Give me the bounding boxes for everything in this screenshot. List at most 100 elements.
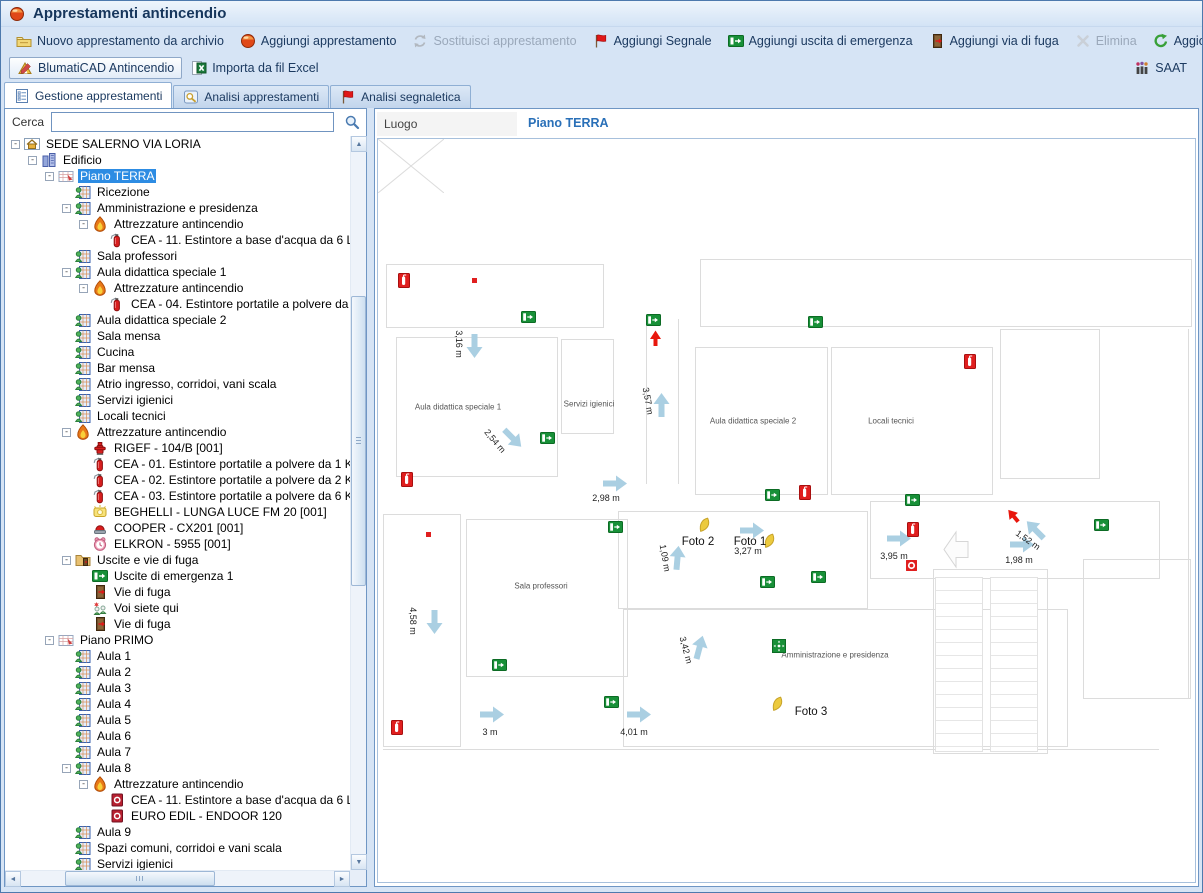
tree-expander[interactable]: - — [62, 556, 71, 565]
tree-item-aula-1[interactable]: Aula 1 — [5, 648, 350, 664]
extinguisher-marker-icon[interactable] — [391, 720, 403, 740]
tree-item-ricezione[interactable]: Ricezione — [5, 184, 350, 200]
extinguisher-marker-icon[interactable] — [907, 522, 919, 542]
toolbar-button-saat[interactable]: SAAT — [1127, 58, 1194, 78]
tree-item-uscite-e-vie-di-fuga[interactable]: -Uscite e vie di fuga — [5, 552, 350, 568]
tree-item-aula-7[interactable]: Aula 7 — [5, 744, 350, 760]
direction-arrow-red[interactable] — [649, 330, 667, 346]
emergency-exit-marker-icon[interactable] — [604, 695, 619, 713]
tree-item-cea-11-estintore-a-base-d-acqua-da-6-l[interactable]: CEA - 11. Estintore a base d'acqua da 6 … — [5, 232, 350, 248]
toolbar-button-aggiungi-uscita-di-emergenza[interactable]: Aggiungi uscita di emergenza — [721, 31, 920, 51]
emergency-exit-marker-icon[interactable] — [905, 493, 920, 511]
photo-label-foto-2[interactable]: Foto 2 — [682, 536, 715, 548]
tree-expander[interactable]: - — [62, 764, 71, 773]
tree-expander[interactable]: - — [79, 284, 88, 293]
tree-item-bar-mensa[interactable]: Bar mensa — [5, 360, 350, 376]
horizontal-scroll-thumb[interactable] — [65, 871, 215, 886]
toolbar-button-sostituisci-apprestamento[interactable]: Sostituisci apprestamento — [405, 31, 583, 51]
tree-item-vie-di-fuga[interactable]: Vie di fuga — [5, 584, 350, 600]
extinguisher-marker-icon[interactable] — [398, 273, 410, 293]
tree-item-spazi-comuni-corridoi-e-vani-scala[interactable]: Spazi comuni, corridoi e vani scala — [5, 840, 350, 856]
emergency-exit-marker-icon[interactable] — [1094, 518, 1109, 536]
emergency-exit-marker-icon[interactable] — [760, 575, 775, 593]
tree-item-attrezzature-antincendio[interactable]: -Attrezzature antincendio — [5, 776, 350, 792]
emergency-exit-marker-icon[interactable] — [540, 431, 555, 449]
extinguisher-marker-icon[interactable] — [964, 354, 976, 374]
tree-item-sede-salerno-via-loria[interactable]: -SEDE SALERNO VIA LORIA — [5, 136, 350, 152]
toolbar-button-aggiungi-apprestamento[interactable]: Aggiungi apprestamento — [233, 31, 404, 51]
tree-item-cea-03-estintore-portatile-a-polvere-da-6-k[interactable]: CEA - 03. Estintore portatile a polvere … — [5, 488, 350, 504]
tab-gestione-apprestamenti[interactable]: Gestione apprestamenti — [4, 82, 172, 108]
tree-item-piano-primo[interactable]: -Piano PRIMO — [5, 632, 350, 648]
tree-expander[interactable]: - — [45, 636, 54, 645]
tree-item-euro-edil-endoor-120[interactable]: EURO EDIL - ENDOOR 120 — [5, 808, 350, 824]
emergency-exit-marker-icon[interactable] — [608, 520, 623, 538]
tree-expander[interactable]: - — [79, 780, 88, 789]
scroll-down-button[interactable]: ▼ — [351, 854, 367, 870]
toolbar-button-importa-da-fil-excel[interactable]: Importa da fil Excel — [184, 58, 325, 78]
toolbar-button-elimina[interactable]: Elimina — [1068, 31, 1144, 51]
search-button[interactable] — [341, 111, 363, 133]
tree-item-piano-terra[interactable]: -Piano TERRA — [5, 168, 350, 184]
tree-item-aula-2[interactable]: Aula 2 — [5, 664, 350, 680]
panel-splitter[interactable] — [367, 108, 374, 887]
tree-item-attrezzature-antincendio[interactable]: -Attrezzature antincendio — [5, 216, 350, 232]
tree-item-atrio-ingresso-corridoi-vani-scala[interactable]: Atrio ingresso, corridoi, vani scala — [5, 376, 350, 392]
tree-item-sala-professori[interactable]: Sala professori — [5, 248, 350, 264]
toolbar-button-aggiungi-segnale[interactable]: Aggiungi Segnale — [586, 31, 719, 51]
tree-expander[interactable]: - — [28, 156, 37, 165]
scroll-right-button[interactable]: ► — [334, 871, 350, 887]
tree-expander[interactable]: - — [62, 268, 71, 277]
tree-item-attrezzature-antincendio[interactable]: -Attrezzature antincendio — [5, 424, 350, 440]
tree-item-servizi-igienici[interactable]: Servizi igienici — [5, 856, 350, 870]
extinguisher-marker-icon[interactable] — [401, 472, 413, 492]
emergency-exit-marker-icon[interactable] — [811, 570, 826, 588]
tree-item-aula-8[interactable]: -Aula 8 — [5, 760, 350, 776]
escape-route-arrow[interactable] — [626, 706, 652, 729]
tree-item-elkron-5955-001[interactable]: ELKRON - 5955 [001] — [5, 536, 350, 552]
tree-item-aula-6[interactable]: Aula 6 — [5, 728, 350, 744]
tab-analisi-segnaletica[interactable]: Analisi segnaletica — [330, 85, 470, 108]
assembly-point-icon[interactable] — [772, 639, 786, 658]
tree-expander[interactable]: - — [62, 428, 71, 437]
tree-expander[interactable]: - — [11, 140, 20, 149]
tree-item-edificio[interactable]: -Edificio — [5, 152, 350, 168]
tree-item-attrezzature-antincendio[interactable]: -Attrezzature antincendio — [5, 280, 350, 296]
tree-item-cooper-cx201-001[interactable]: COOPER - CX201 [001] — [5, 520, 350, 536]
toolbar-button-nuovo-apprestamento-da-archivio[interactable]: Nuovo apprestamento da archivio — [9, 31, 231, 51]
toolbar-button-aggiungi-via-di-fuga[interactable]: Aggiungi via di fuga — [922, 31, 1066, 51]
tree-item-amministrazione-e-presidenza[interactable]: -Amministrazione e presidenza — [5, 200, 350, 216]
photo-label-foto-1[interactable]: Foto 1 — [734, 536, 767, 548]
tree-item-cea-11-estintore-a-base-d-acqua-da-6-l[interactable]: CEA - 11. Estintore a base d'acqua da 6 … — [5, 792, 350, 808]
emergency-exit-marker-icon[interactable] — [646, 313, 661, 331]
toolbar-button-blumaticad-antincendio[interactable]: BlumatiCAD Antincendio — [9, 57, 182, 79]
search-input[interactable] — [51, 112, 334, 132]
tree-item-servizi-igienici[interactable]: Servizi igienici — [5, 392, 350, 408]
tree-item-vie-di-fuga[interactable]: Vie di fuga — [5, 616, 350, 632]
tree-item-aula-didattica-speciale-2[interactable]: Aula didattica speciale 2 — [5, 312, 350, 328]
tree-item-sala-mensa[interactable]: Sala mensa — [5, 328, 350, 344]
tree-item-aula-4[interactable]: Aula 4 — [5, 696, 350, 712]
tree-item-aula-didattica-speciale-1[interactable]: -Aula didattica speciale 1 — [5, 264, 350, 280]
escape-route-arrow[interactable] — [479, 706, 505, 729]
tree-item-cea-01-estintore-portatile-a-polvere-da-1-k[interactable]: CEA - 01. Estintore portatile a polvere … — [5, 456, 350, 472]
tree-expander[interactable]: - — [62, 204, 71, 213]
tree-item-rigef-104-b-001[interactable]: RIGEF - 104/B [001] — [5, 440, 350, 456]
extinguisher-marker-icon[interactable] — [799, 485, 811, 505]
tree-expander[interactable]: - — [45, 172, 54, 181]
toolbar-button-aggiorna[interactable]: Aggiorna — [1146, 31, 1203, 51]
alarm-marker-icon[interactable] — [905, 559, 918, 577]
tree-item-aula-3[interactable]: Aula 3 — [5, 680, 350, 696]
tree-item-aula-9[interactable]: Aula 9 — [5, 824, 350, 840]
tree-item-cucina[interactable]: Cucina — [5, 344, 350, 360]
tree-item-aula-5[interactable]: Aula 5 — [5, 712, 350, 728]
tree-item-locali-tecnici[interactable]: Locali tecnici — [5, 408, 350, 424]
tree-item-cea-02-estintore-portatile-a-polvere-da-2-k[interactable]: CEA - 02. Estintore portatile a polvere … — [5, 472, 350, 488]
emergency-exit-marker-icon[interactable] — [765, 488, 780, 506]
scroll-up-button[interactable]: ▲ — [351, 136, 367, 152]
tree-item-voi-siete-qui[interactable]: Voi siete qui — [5, 600, 350, 616]
tree-item-cea-04-estintore-portatile-a-polvere-da[interactable]: CEA - 04. Estintore portatile a polvere … — [5, 296, 350, 312]
tree-vertical-scrollbar[interactable]: ▲ ▼ — [350, 136, 366, 870]
tab-analisi-apprestamenti[interactable]: Analisi apprestamenti — [173, 85, 329, 108]
emergency-exit-marker-icon[interactable] — [521, 310, 536, 328]
